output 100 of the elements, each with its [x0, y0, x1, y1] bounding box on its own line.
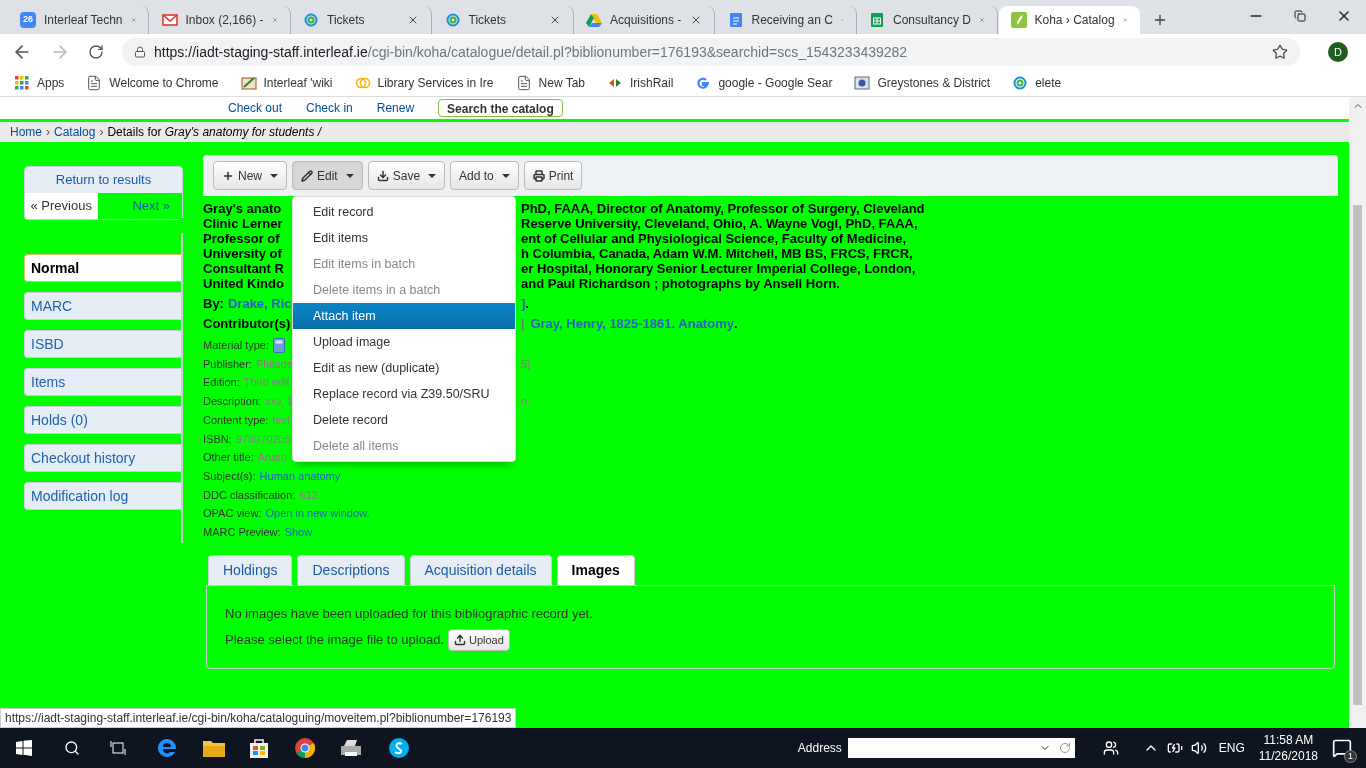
- caret-icon: [428, 173, 437, 178]
- url-field[interactable]: https://iadt-staging-staff.interleaf.ie/cgi-bin/koha/catalogue/detail.pl?biblionumber=176193&searchid=scs_1543233439282: [122, 38, 1300, 66]
- menu-item[interactable]: Replace record via Z39.50/SRU: [293, 381, 515, 407]
- detail-link[interactable]: Show: [284, 523, 313, 541]
- detail-label: Content type:: [203, 412, 269, 428]
- view-tab[interactable]: Items: [24, 368, 181, 396]
- task-view-icon[interactable]: [110, 740, 126, 756]
- menu-item[interactable]: Attach item: [293, 303, 515, 329]
- button-icon: [222, 169, 234, 182]
- shopping-bag-icon[interactable]: [248, 737, 270, 759]
- breadcrumb-link[interactable]: Catalog: [54, 123, 96, 141]
- view-tab[interactable]: Holds (0): [24, 406, 181, 434]
- scrollbar[interactable]: [1349, 97, 1366, 728]
- scroll-thumb[interactable]: [1353, 205, 1362, 705]
- view-tab[interactable]: Normal: [24, 254, 181, 282]
- address-field[interactable]: [847, 738, 1075, 758]
- search-icon[interactable]: [64, 740, 80, 756]
- contributor-link[interactable]: Gray, Henry, 1825-1861. Anatomy: [530, 314, 734, 334]
- toolbar-button[interactable]: Add to: [450, 161, 519, 190]
- bookmark[interactable]: elete: [1012, 74, 1062, 92]
- browser-tab[interactable]: Koha › Catalog: [998, 6, 1140, 34]
- chat-app-icon[interactable]: [388, 737, 410, 759]
- folder-icon[interactable]: [202, 738, 226, 758]
- tab-title: Inbox (2,166) -: [185, 12, 264, 29]
- title-fragment: h Columbia, Canada, Adam W.M. Mitchell, MB BS, FRCS, FRCR,: [521, 246, 913, 261]
- title-fragment: er Hospital, Honorary Senior Lecturer Imperial College, London,: [521, 261, 916, 276]
- menu-item[interactable]: Edit record: [293, 199, 515, 225]
- new-tab-icon[interactable]: [1152, 12, 1168, 28]
- record-tab[interactable]: Holdings: [208, 554, 293, 585]
- bookmark[interactable]: Interleaf 'wiki: [240, 74, 333, 92]
- close-icon[interactable]: [690, 14, 702, 26]
- return-to-results-link[interactable]: Return to results: [25, 167, 182, 193]
- detail-value: xxv, 1: [265, 394, 293, 410]
- caret-icon: [501, 173, 510, 178]
- upload-button[interactable]: Upload: [447, 629, 510, 652]
- book-icon: [273, 337, 286, 353]
- previous-link[interactable]: « Previous: [25, 193, 98, 219]
- refresh-icon[interactable]: [1058, 742, 1071, 754]
- record-tab[interactable]: Acquisition details: [409, 554, 552, 585]
- notification-badge: 1: [1344, 750, 1357, 763]
- page-icon: [515, 75, 532, 91]
- language-indicator[interactable]: ENG: [1218, 739, 1245, 757]
- menu-item[interactable]: Delete record: [293, 407, 515, 433]
- nav-link[interactable]: Check out: [228, 99, 283, 117]
- title-fragment: PhD, FAAA, Director of Anatomy, Professor of Surgery, Cleveland: [521, 201, 925, 216]
- detail-link[interactable]: Human anatomy: [259, 467, 341, 485]
- notebook-icon: [240, 75, 257, 91]
- lock-icon: [134, 46, 146, 58]
- battery-icon[interactable]: [1166, 740, 1183, 756]
- menu-item[interactable]: Upload image: [293, 329, 515, 355]
- profile-avatar[interactable]: D: [1328, 42, 1348, 62]
- people-icon[interactable]: [1102, 740, 1119, 756]
- detail-label: Edition:: [203, 375, 240, 391]
- browser-e-icon[interactable]: [156, 737, 178, 759]
- detail-label: Other title:: [203, 450, 254, 466]
- menu-item[interactable]: Edit as new (duplicate): [293, 355, 515, 381]
- detail-link[interactable]: Open in new window.: [265, 505, 370, 522]
- toolbar-button[interactable]: Save: [367, 161, 446, 190]
- view-tab[interactable]: Checkout history: [24, 444, 181, 472]
- record-tab[interactable]: Descriptions: [297, 554, 405, 585]
- view-tab[interactable]: MARC: [24, 292, 181, 320]
- bookmark[interactable]: Welcome to Chrome: [86, 74, 219, 92]
- restore-icon[interactable]: [1294, 10, 1306, 22]
- record-tab[interactable]: Images: [556, 554, 635, 585]
- close-icon[interactable]: [407, 14, 419, 26]
- detail-label: OPAC view:: [203, 506, 262, 522]
- detail-value: Philade: [255, 356, 293, 372]
- view-tab[interactable]: ISBD: [24, 330, 181, 358]
- bookmark[interactable]: IrishRail: [607, 74, 674, 92]
- menu-item[interactable]: Edit items: [293, 225, 515, 251]
- volume-icon[interactable]: [1190, 740, 1207, 756]
- bookmark[interactable]: google - Google Sear: [695, 74, 833, 92]
- chrome-icon[interactable]: [294, 737, 316, 759]
- view-tab[interactable]: Modification log: [24, 482, 181, 510]
- tab-title: Receiving an C: [751, 12, 833, 29]
- search-catalog-button[interactable]: Search the catalog: [438, 99, 563, 117]
- author-link[interactable]: Drake, Ric: [227, 294, 292, 314]
- caret-icon: [270, 173, 278, 178]
- printer-icon[interactable]: [340, 738, 362, 758]
- bookmark[interactable]: Apps: [14, 74, 65, 92]
- nav-link[interactable]: Renew: [376, 99, 415, 117]
- next-link[interactable]: Next »: [97, 193, 182, 219]
- windows-logo-icon[interactable]: [16, 740, 32, 756]
- bookmark[interactable]: Library Services in Ire: [354, 74, 494, 92]
- toolbar-button[interactable]: Edit: [292, 161, 363, 190]
- reload-icon[interactable]: [88, 44, 104, 60]
- bookmark[interactable]: Greystones & District: [854, 74, 991, 92]
- clock[interactable]: 11:58 AM 11/26/2018: [1258, 732, 1318, 764]
- bookmark[interactable]: New Tab: [515, 74, 586, 92]
- toolbar-button[interactable]: Print: [523, 161, 583, 190]
- star-icon[interactable]: [1272, 44, 1288, 60]
- envelope-icon: [161, 12, 178, 28]
- tab-title: Consultancy D: [893, 12, 972, 29]
- nav-link[interactable]: Check in: [306, 99, 353, 117]
- breadcrumb-current: Details for Gray's anatomy for students /: [107, 124, 322, 141]
- status-url: https://iadt-staging-staff.interleaf.ie/cgi-bin/koha/cataloguing/moveitem.pl?biblionumber=176193: [0, 708, 517, 728]
- spreadsheet-icon: [869, 12, 885, 28]
- breadcrumb-link[interactable]: Home: [10, 123, 42, 141]
- toolbar-button[interactable]: New: [213, 161, 287, 190]
- notifications-icon[interactable]: [1332, 738, 1352, 758]
